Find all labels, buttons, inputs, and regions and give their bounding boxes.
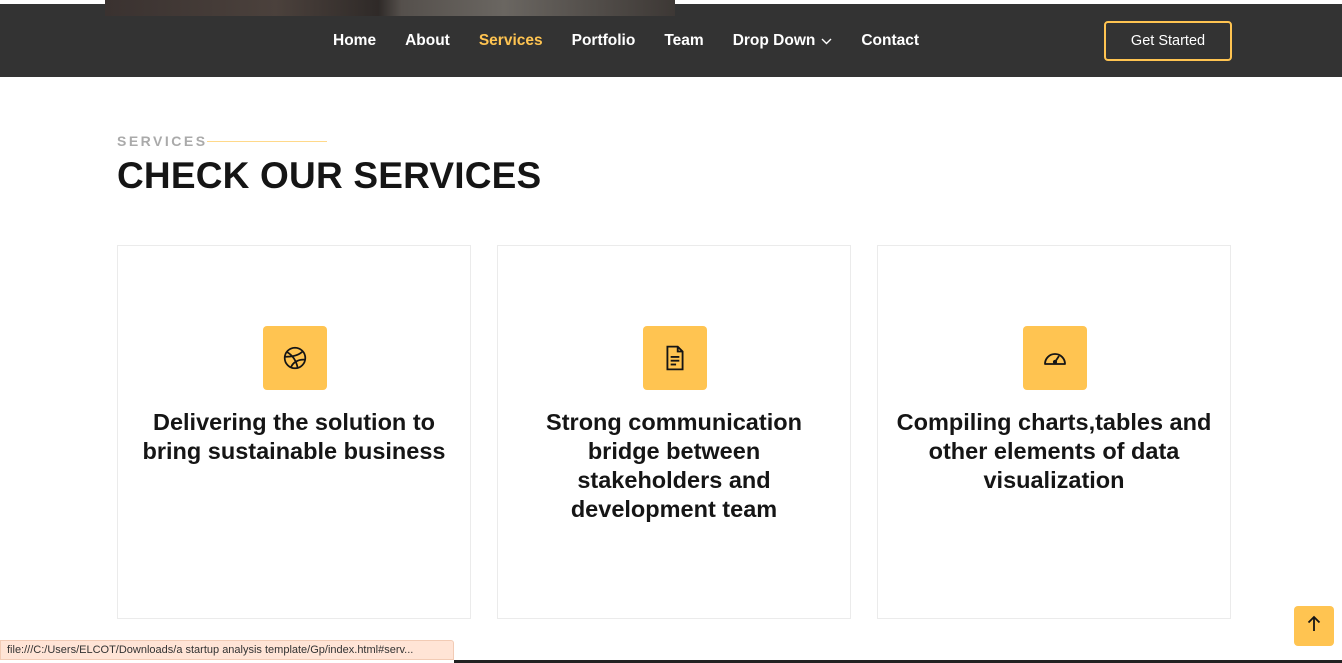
nav-portfolio[interactable]: Portfolio	[572, 32, 636, 50]
nav-contact[interactable]: Contact	[861, 32, 919, 50]
service-title[interactable]: Compiling charts,tables and other elemen…	[896, 408, 1212, 495]
service-title[interactable]: Strong communication bridge between stak…	[516, 408, 832, 524]
get-started-button[interactable]: Get Started	[1104, 21, 1232, 61]
chevron-down-icon	[821, 32, 832, 50]
status-bar-url: file:///C:/Users/ELCOT/Downloads/a start…	[0, 640, 454, 660]
nav-dropdown[interactable]: Drop Down	[733, 32, 833, 50]
service-card[interactable]: Delivering the solution to bring sustain…	[117, 245, 471, 619]
service-card[interactable]: Compiling charts,tables and other elemen…	[877, 245, 1231, 619]
nav-about[interactable]: About	[405, 32, 450, 50]
nav-services[interactable]: Services	[479, 32, 543, 50]
speedometer-icon	[1023, 326, 1087, 390]
section-label: SERVICES	[117, 133, 208, 149]
nav-team[interactable]: Team	[664, 32, 703, 50]
arrow-up-icon	[1306, 615, 1322, 638]
service-title[interactable]: Delivering the solution to bring sustain…	[136, 408, 452, 466]
hero-image-edge	[105, 0, 675, 16]
section-title: CHECK OUR SERVICES	[117, 155, 542, 196]
section-label-line	[207, 141, 327, 142]
service-card[interactable]: Strong communication bridge between stak…	[497, 245, 851, 619]
file-text-icon	[643, 326, 707, 390]
back-to-top-button[interactable]	[1294, 606, 1334, 646]
nav-home[interactable]: Home	[333, 32, 376, 50]
nav-dropdown-label: Drop Down	[732, 31, 816, 49]
dribbble-icon	[263, 326, 327, 390]
